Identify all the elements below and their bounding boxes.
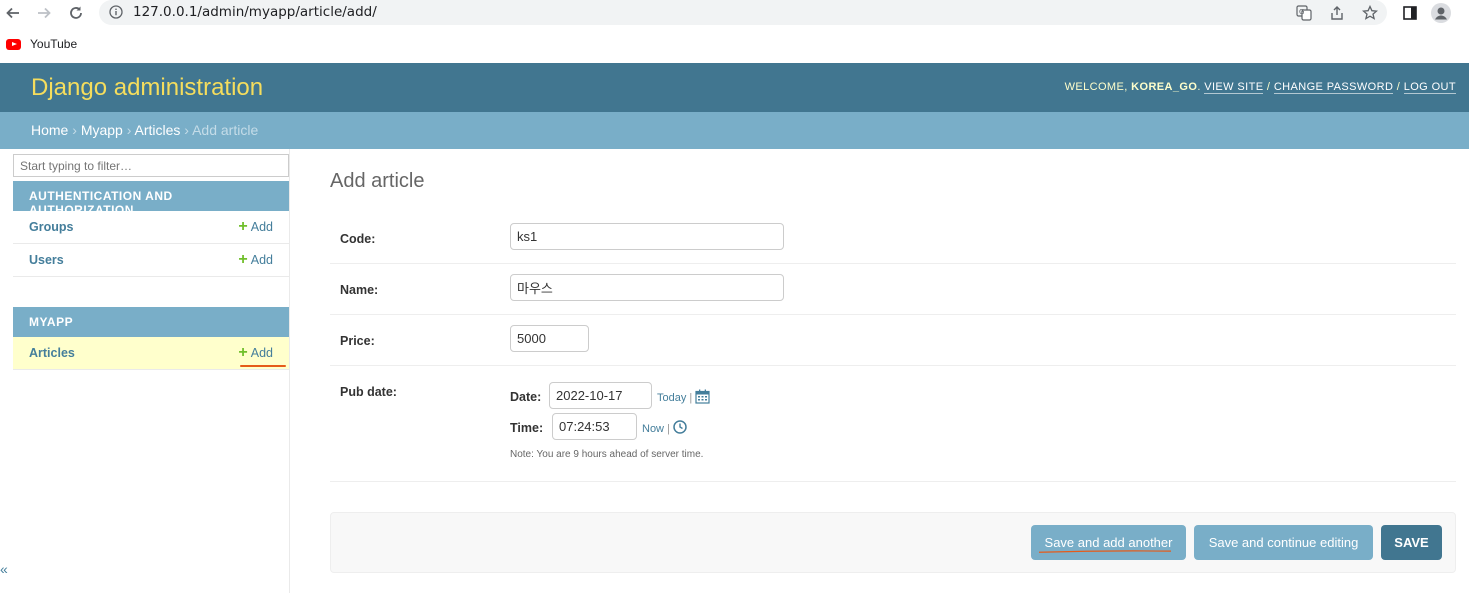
bookmarks-bar: YouTube bbox=[0, 27, 1469, 62]
user-tools-separator: / bbox=[1393, 81, 1404, 93]
breadcrumb-app[interactable]: Myapp bbox=[81, 122, 123, 138]
view-site-link[interactable]: VIEW SITE bbox=[1204, 81, 1264, 94]
site-title[interactable]: Django administration bbox=[31, 74, 263, 102]
pub-date-label: Pub date: bbox=[340, 385, 397, 399]
submit-row: Save and add another Save and continue e… bbox=[330, 512, 1456, 573]
code-field[interactable] bbox=[510, 223, 784, 250]
breadcrumb: Home › Myapp › Articles › Add article bbox=[0, 112, 1469, 149]
plus-icon: + bbox=[238, 218, 248, 235]
nav-sidebar: AUTHENTICATION AND AUTHORIZATION Groups … bbox=[0, 149, 290, 593]
date-field[interactable] bbox=[549, 382, 652, 409]
svg-text:G: G bbox=[1299, 8, 1304, 16]
change-password-link[interactable]: CHANGE PASSWORD bbox=[1273, 81, 1394, 94]
forward-icon[interactable] bbox=[33, 2, 55, 24]
form-row-name: Name: bbox=[330, 264, 1456, 315]
model-link-articles[interactable]: Articles bbox=[29, 346, 75, 360]
add-label: Add bbox=[250, 253, 273, 267]
calendar-icon[interactable] bbox=[695, 389, 710, 407]
user-tools: WELCOME, KOREA_GO. VIEW SITE / CHANGE PA… bbox=[1064, 81, 1456, 94]
url-text: 127.0.0.1/admin/myapp/article/add/ bbox=[133, 4, 377, 20]
save-button[interactable]: SAVE bbox=[1381, 525, 1442, 560]
bookmark-youtube[interactable]: YouTube bbox=[6, 37, 77, 51]
today-link[interactable]: Today bbox=[657, 392, 686, 404]
sidebar-collapse-toggle[interactable]: « bbox=[0, 561, 8, 577]
add-articles-link[interactable]: + Add bbox=[238, 345, 273, 361]
page-title: Add article bbox=[330, 170, 425, 192]
code-label: Code: bbox=[340, 232, 376, 246]
model-link-users[interactable]: Users bbox=[29, 253, 64, 267]
shortcut-separator: | bbox=[689, 392, 693, 404]
username: KOREA_GO bbox=[1131, 81, 1198, 93]
save-and-add-another-button[interactable]: Save and add another bbox=[1031, 525, 1186, 560]
price-field[interactable] bbox=[510, 325, 589, 352]
annotation-underline bbox=[240, 365, 286, 367]
save-and-add-another-label: Save and add another bbox=[1044, 535, 1173, 550]
add-label: Add bbox=[250, 346, 273, 360]
name-label: Name: bbox=[340, 283, 379, 297]
now-link[interactable]: Now bbox=[642, 423, 664, 435]
time-label: Time: bbox=[510, 421, 544, 435]
bookmark-star-icon[interactable] bbox=[1360, 3, 1380, 23]
module-myapp: MYAPP Articles + Add bbox=[13, 307, 289, 370]
breadcrumb-separator: › bbox=[122, 122, 135, 138]
breadcrumb-separator: › bbox=[68, 122, 81, 138]
shortcut-separator: | bbox=[667, 422, 670, 435]
site-header: Django administration WELCOME, KOREA_GO.… bbox=[0, 63, 1469, 112]
clock-icon[interactable] bbox=[673, 420, 687, 437]
add-users-link[interactable]: + Add bbox=[238, 252, 273, 268]
share-icon[interactable] bbox=[1327, 3, 1347, 23]
module-caption[interactable]: AUTHENTICATION AND AUTHORIZATION bbox=[13, 181, 289, 217]
profile-avatar-icon[interactable] bbox=[1430, 2, 1452, 24]
user-tools-separator: / bbox=[1263, 81, 1274, 93]
breadcrumb-current: Add article bbox=[192, 122, 259, 138]
translate-icon[interactable]: G bbox=[1294, 3, 1314, 23]
date-label: Date: bbox=[510, 390, 542, 404]
timezone-note: Note: You are 9 hours ahead of server ti… bbox=[510, 449, 704, 460]
module-caption[interactable]: MYAPP bbox=[13, 307, 289, 337]
sidebar-item-users: Users + Add bbox=[13, 244, 289, 277]
sidebar-item-articles: Articles + Add bbox=[13, 337, 289, 370]
save-and-continue-button[interactable]: Save and continue editing bbox=[1194, 525, 1373, 560]
add-label: Add bbox=[250, 220, 273, 234]
time-shortcuts: Now | bbox=[642, 420, 687, 437]
plus-icon: + bbox=[238, 344, 248, 361]
bookmark-label: YouTube bbox=[30, 37, 78, 51]
logout-link[interactable]: LOG OUT bbox=[1403, 81, 1456, 94]
module-auth: AUTHENTICATION AND AUTHORIZATION Groups … bbox=[13, 181, 289, 277]
model-link-groups[interactable]: Groups bbox=[29, 220, 73, 234]
form-row-pub-date: Pub date: Date: Today | Time: Now | Note… bbox=[330, 366, 1456, 482]
reload-icon[interactable] bbox=[65, 2, 87, 24]
back-icon[interactable] bbox=[2, 2, 24, 24]
address-bar[interactable]: 127.0.0.1/admin/myapp/article/add/ G bbox=[99, 0, 1387, 25]
plus-icon: + bbox=[238, 251, 248, 268]
nav-filter-input[interactable] bbox=[13, 154, 289, 177]
sidebar-item-groups: Groups + Add bbox=[13, 211, 289, 244]
site-info-icon[interactable] bbox=[109, 5, 123, 19]
price-label: Price: bbox=[340, 334, 375, 348]
side-panel-icon[interactable] bbox=[1399, 2, 1421, 24]
name-field[interactable] bbox=[510, 274, 784, 301]
form-row-price: Price: bbox=[330, 315, 1456, 366]
breadcrumb-model[interactable]: Articles bbox=[135, 122, 181, 138]
welcome-prefix: WELCOME, bbox=[1064, 81, 1132, 93]
youtube-icon bbox=[6, 38, 21, 50]
annotation-underline bbox=[1039, 550, 1171, 553]
breadcrumb-home[interactable]: Home bbox=[31, 122, 68, 138]
date-shortcuts: Today | bbox=[657, 389, 710, 407]
browser-toolbar: 127.0.0.1/admin/myapp/article/add/ G bbox=[0, 0, 1469, 27]
form-row-code: Code: bbox=[330, 213, 1456, 264]
add-groups-link[interactable]: + Add bbox=[238, 219, 273, 235]
time-field[interactable] bbox=[552, 413, 637, 440]
breadcrumb-separator: › bbox=[180, 122, 193, 138]
